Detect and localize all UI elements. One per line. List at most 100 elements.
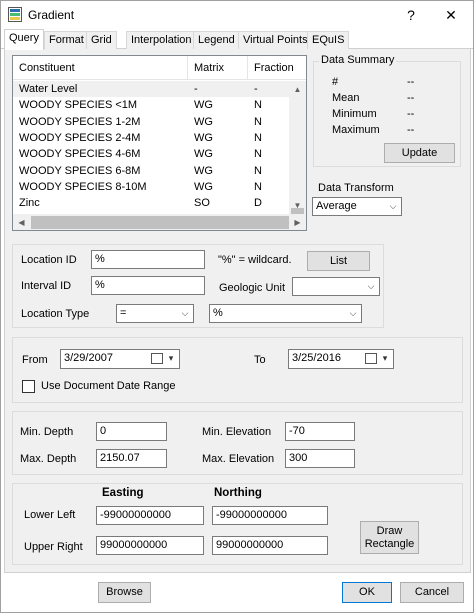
data-transform-value: Average (316, 200, 357, 212)
summary-count-label: # (332, 76, 339, 88)
close-button[interactable]: ✕ (433, 1, 469, 29)
date-group (12, 337, 463, 403)
fraction-cell: N (254, 99, 262, 112)
location-type-operator-select[interactable]: = ⌵ (116, 304, 194, 323)
min-depth-input[interactable]: 0 (96, 422, 167, 441)
data-summary-label: Data Summary (319, 54, 397, 66)
tab-grid[interactable]: Grid (86, 31, 117, 49)
location-type-operator-value: = (120, 307, 127, 319)
fraction-cell: N (254, 164, 262, 177)
list-item[interactable]: Zinc SO D (13, 195, 289, 211)
fraction-cell: - (254, 83, 258, 95)
location-type-label: Location Type (21, 308, 90, 320)
tab-format[interactable]: Format (44, 31, 89, 49)
calendar-icon[interactable] (151, 353, 163, 364)
gradient-app-icon (8, 7, 22, 22)
max-depth-input[interactable]: 2150.07 (96, 449, 167, 468)
constituent-cell: WOODY SPECIES <1M (19, 99, 138, 112)
list-item[interactable]: WOODY SPECIES 6-8M WG N (13, 163, 289, 179)
summary-mean-label: Mean (332, 92, 360, 104)
list-item[interactable]: Water Level - - (13, 81, 289, 98)
interval-id-label: Interval ID (21, 280, 72, 292)
list-item[interactable]: WOODY SPECIES 4-6M WG N (13, 146, 289, 162)
constituent-cell: WOODY SPECIES 8-10M (19, 180, 147, 193)
location-type-select[interactable]: % ⌵ (209, 304, 362, 323)
geologic-unit-label: Geologic Unit (219, 282, 286, 294)
from-date-picker[interactable]: 3/29/2007 ▾ (60, 349, 180, 369)
min-elevation-label: Min. Elevation (202, 426, 272, 438)
cancel-button[interactable]: Cancel (400, 582, 464, 603)
scroll-down-icon[interactable]: ▼ (289, 197, 306, 214)
list-item[interactable]: WOODY SPECIES 8-10M WG N (13, 179, 289, 195)
max-elevation-label: Max. Elevation (202, 453, 275, 465)
update-button[interactable]: Update (384, 143, 455, 163)
geologic-unit-select[interactable]: ⌵ (292, 277, 380, 296)
calendar-icon[interactable] (365, 353, 377, 364)
matrix-cell: WG (194, 115, 213, 128)
upper-right-northing-input[interactable]: 99000000000 (212, 536, 328, 555)
summary-minimum-label: Minimum (332, 108, 377, 120)
depth-group (12, 411, 463, 475)
column-header-matrix[interactable]: Matrix (188, 56, 248, 80)
chevron-down-icon: ⌵ (389, 201, 397, 211)
use-document-date-range-label[interactable]: Use Document Date Range (41, 380, 176, 392)
data-transform-select[interactable]: Average ⌵ (312, 197, 402, 216)
matrix-cell: WG (194, 99, 213, 112)
summary-count-value: -- (407, 76, 415, 88)
tab-equis[interactable]: EQuIS (307, 31, 350, 49)
northing-header: Northing (214, 487, 262, 499)
to-date-value: 3/25/2016 (292, 352, 341, 364)
wildcard-note: "%" = wildcard. (218, 254, 292, 266)
vertical-scrollbar[interactable]: ▲ ▼ (289, 81, 306, 225)
column-header-fraction[interactable]: Fraction (248, 56, 306, 80)
chevron-down-icon: ⌵ (367, 281, 375, 291)
scroll-left-icon[interactable]: ◀ (13, 214, 30, 230)
scroll-thumb-horizontal[interactable] (31, 216, 289, 229)
min-elevation-input[interactable]: -70 (285, 422, 355, 441)
list-button[interactable]: List (307, 251, 370, 271)
browse-button[interactable]: Browse (98, 582, 151, 603)
help-button[interactable]: ? (393, 1, 429, 29)
min-depth-label: Min. Depth (20, 426, 74, 438)
to-label: To (254, 354, 266, 366)
location-id-label: Location ID (21, 254, 77, 266)
tab-virtual-points[interactable]: Virtual Points (238, 31, 313, 49)
constituent-cell: WOODY SPECIES 1-2M (19, 115, 141, 128)
list-item[interactable]: WOODY SPECIES 2-4M WG N (13, 130, 289, 146)
to-date-picker[interactable]: 3/25/2016 ▾ (288, 349, 394, 369)
interval-id-input[interactable]: % (91, 276, 205, 295)
draw-rectangle-label-line1: Draw (376, 525, 403, 537)
gradient-dialog: Gradient ? ✕ Query Format Grid Interpola… (0, 0, 474, 613)
chevron-down-icon[interactable]: ▾ (165, 350, 177, 367)
fraction-cell: D (254, 197, 262, 210)
max-elevation-input[interactable]: 300 (285, 449, 355, 468)
upper-right-easting-input[interactable]: 99000000000 (96, 536, 204, 555)
draw-rectangle-button[interactable]: Draw Rectangle (360, 521, 419, 554)
use-document-date-range-checkbox[interactable] (22, 380, 35, 393)
list-item[interactable]: WOODY SPECIES 1-2M WG N (13, 114, 289, 130)
tab-legend[interactable]: Legend (193, 31, 240, 49)
fraction-cell: N (254, 115, 262, 128)
constituent-cell: WOODY SPECIES 4-6M (19, 148, 141, 161)
lower-left-easting-input[interactable]: -99000000000 (96, 506, 204, 525)
chevron-down-icon: ⌵ (349, 308, 357, 318)
matrix-cell: WG (194, 131, 213, 144)
lower-left-northing-input[interactable]: -99000000000 (212, 506, 328, 525)
scroll-up-icon[interactable]: ▲ (289, 81, 306, 98)
location-id-input[interactable]: % (91, 250, 205, 269)
scroll-right-icon[interactable]: ▶ (289, 214, 306, 230)
matrix-cell: WG (194, 180, 213, 193)
fraction-cell: N (254, 131, 262, 144)
horizontal-scrollbar[interactable]: ◀ ▶ (13, 214, 306, 230)
list-item[interactable]: WOODY SPECIES <1M WG N (13, 97, 289, 113)
lower-left-label: Lower Left (24, 509, 76, 521)
from-date-value: 3/29/2007 (64, 352, 113, 364)
tab-interpolation[interactable]: Interpolation (126, 31, 197, 49)
ok-button[interactable]: OK (342, 582, 392, 603)
matrix-cell: WG (194, 164, 213, 177)
constituent-list[interactable]: Constituent Matrix Fraction Water Level -… (12, 55, 307, 231)
column-header-constituent[interactable]: Constituent (13, 56, 188, 80)
summary-mean-value: -- (407, 92, 415, 104)
tab-query[interactable]: Query (4, 29, 44, 50)
chevron-down-icon[interactable]: ▾ (379, 350, 391, 367)
